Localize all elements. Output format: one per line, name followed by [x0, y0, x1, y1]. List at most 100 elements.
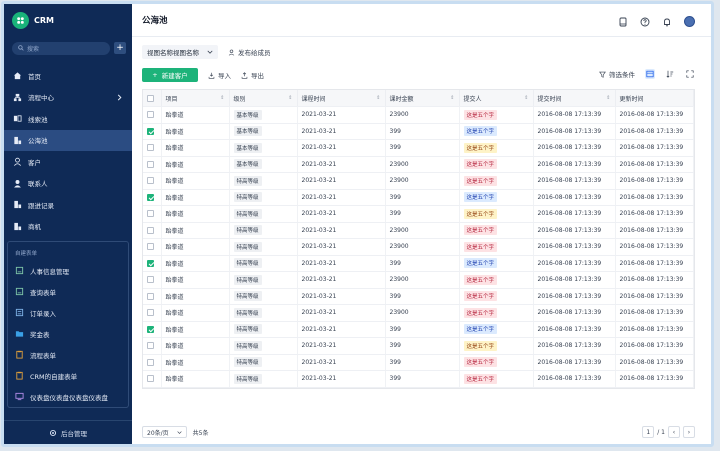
- cell-update-time: 2016-08-08 17:13:39: [615, 205, 694, 223]
- sort-icon[interactable]: ⇕: [288, 95, 292, 101]
- new-customer-button[interactable]: + 新建客户: [142, 68, 198, 82]
- row-checkbox[interactable]: [147, 243, 154, 251]
- cell-text: 2016-08-08 17:13:39: [619, 342, 684, 350]
- row-checkbox[interactable]: [147, 375, 154, 383]
- custom-item-label: 人事信息管理: [30, 267, 69, 276]
- row-checkbox[interactable]: [147, 111, 154, 119]
- cell-text: 2016-08-08 17:13:39: [537, 375, 602, 383]
- sidebar-item-customer[interactable]: 客户: [4, 151, 132, 173]
- custom-item-flow-form[interactable]: 流程表单: [8, 344, 128, 365]
- column-header[interactable]: 课时金额 ⇕: [385, 90, 460, 107]
- view-select[interactable]: 视图名称视图名称: [142, 45, 218, 59]
- app-logo-icon[interactable]: [12, 12, 29, 29]
- sort-icon[interactable]: ⇕: [376, 95, 380, 101]
- custom-item-order-entry[interactable]: 订单录入: [8, 302, 128, 323]
- cell-submitter: 这是五个字: [459, 123, 534, 140]
- tablet-icon[interactable]: [618, 17, 628, 27]
- column-header[interactable]: 级别 ⇕: [229, 90, 298, 107]
- row-checkbox[interactable]: [147, 127, 154, 135]
- current-page-input[interactable]: 1: [642, 426, 655, 438]
- column-header[interactable]: 提交人 ⇕: [459, 90, 534, 107]
- sort-icon[interactable]: ⇕: [524, 95, 528, 101]
- publish-to-members-link[interactable]: 发布给成员: [228, 47, 271, 57]
- table-row[interactable]: 跆拳道 特高等级 2021-03-21 23900 这是五个字 2016-08-08 17…: [143, 304, 694, 322]
- custom-item-crm-custom-form[interactable]: CRM的自建表单: [8, 365, 128, 386]
- row-checkbox[interactable]: [147, 210, 154, 218]
- add-button[interactable]: +: [114, 42, 126, 54]
- sort-icon[interactable]: [665, 69, 675, 79]
- table-row[interactable]: 跆拳道 特高等级 2021-03-21 399 这是五个字 2016-08-08 17:1…: [143, 255, 694, 272]
- cell-text: 2021-03-21: [301, 358, 337, 366]
- sort-icon[interactable]: ⇕: [606, 95, 610, 101]
- cell-submitter: 这是五个字: [459, 255, 534, 272]
- fullscreen-icon[interactable]: [685, 69, 695, 79]
- logo-row: CRM: [4, 4, 132, 37]
- help-icon[interactable]: [640, 17, 650, 27]
- table-row[interactable]: 跆拳道 特高等级 2021-03-21 399 这是五个字 2016-08-08 17:1…: [143, 370, 694, 388]
- admin-button[interactable]: 后台管理: [4, 420, 132, 444]
- table-row[interactable]: 跆拳道 特高等级 2021-03-21 399 这是五个字 2016-08-08 17:1…: [143, 189, 694, 206]
- clipboard-icon: [15, 350, 24, 359]
- table-row[interactable]: 跆拳道 基本等级 2021-03-21 399 这是五个字 2016-08-08 17:1…: [143, 123, 694, 140]
- table-row[interactable]: 跆拳道 特高等级 2021-03-21 23900 这是五个字 2016-08-08 17…: [143, 271, 694, 289]
- user-avatar[interactable]: [684, 16, 695, 27]
- table-row[interactable]: 跆拳道 特高等级 2021-03-21 399 这是五个字 2016-08-08 17:1…: [143, 205, 694, 223]
- table-header-row: 项目 ⇕ 级别 ⇕ 课程时间 ⇕ 课时金额 ⇕ 提交人 ⇕ 提交时间 ⇕ 更新时间: [143, 90, 694, 107]
- row-checkbox[interactable]: [147, 292, 154, 300]
- page-size-select[interactable]: 20条/页: [142, 426, 187, 438]
- select-all-checkbox[interactable]: [147, 94, 154, 102]
- table-row[interactable]: 跆拳道 特高等级 2021-03-21 23900 这是五个字 2016-08-08 17…: [143, 222, 694, 239]
- table-row[interactable]: 跆拳道 基本等级 2021-03-21 399 这是五个字 2016-08-08 17:1…: [143, 139, 694, 157]
- sidebar-item-home[interactable]: 首页: [4, 65, 132, 87]
- sort-icon[interactable]: ⇕: [220, 95, 224, 101]
- column-header[interactable]: 更新时间: [615, 90, 694, 107]
- table-row[interactable]: 跆拳道 特高等级 2021-03-21 23900 这是五个字 2016-08-08 17…: [143, 238, 694, 256]
- row-checkbox[interactable]: [147, 193, 154, 201]
- prev-page-button[interactable]: ‹: [668, 426, 680, 438]
- sort-icon[interactable]: ⇕: [450, 95, 454, 101]
- sidebar-item-public-pool[interactable]: 公海池: [4, 129, 132, 151]
- table-row[interactable]: 跆拳道 特高等级 2021-03-21 399 这是五个字 2016-08-08 17:1…: [143, 354, 694, 371]
- next-page-button[interactable]: ›: [683, 426, 695, 438]
- import-button[interactable]: 导入: [208, 70, 231, 80]
- sidebar-item-flow-center[interactable]: 流程中心: [4, 87, 132, 109]
- sidebar-item-leads[interactable]: 线索池: [4, 108, 132, 130]
- row-checkbox[interactable]: [147, 325, 154, 333]
- row-checkbox[interactable]: [147, 226, 154, 234]
- custom-item-hr-info[interactable]: 人事信息管理: [8, 260, 128, 281]
- row-checkbox[interactable]: [147, 276, 154, 284]
- table-row[interactable]: 跆拳道 特高等级 2021-03-21 399 这是五个字 2016-08-08 17:1…: [143, 337, 694, 355]
- column-header[interactable]: 提交时间 ⇕: [533, 90, 616, 107]
- table-row[interactable]: 跆拳道 特高等级 2021-03-21 23900 这是五个字 2016-08-08 17…: [143, 172, 694, 190]
- row-checkbox[interactable]: [147, 358, 154, 366]
- table-row[interactable]: 跆拳道 特高等级 2021-03-21 399 这是五个字 2016-08-08 17:1…: [143, 288, 694, 305]
- custom-item-query-form[interactable]: 查询表单: [8, 281, 128, 302]
- sidebar-item-follow-records[interactable]: 跟进记录: [4, 194, 132, 216]
- row-checkbox[interactable]: [147, 309, 154, 317]
- bell-icon[interactable]: [662, 17, 672, 27]
- sidebar-search-input[interactable]: 搜索: [12, 41, 110, 55]
- export-button[interactable]: 导出: [241, 70, 264, 80]
- cell-level: 特高等级: [229, 172, 298, 190]
- custom-item-dashboard[interactable]: 仪表盘仪表盘仪表盘仪表盘: [8, 386, 128, 407]
- row-checkbox[interactable]: [147, 160, 154, 168]
- cell-date: 2021-03-21: [297, 370, 386, 388]
- sidebar-item-opportunity[interactable]: 商机: [4, 216, 132, 238]
- row-checkbox[interactable]: [147, 177, 154, 185]
- filter-button[interactable]: 筛选条件: [599, 69, 635, 79]
- sidebar-item-contacts[interactable]: 联系人: [4, 173, 132, 195]
- table-row[interactable]: 跆拳道 特高等级 2021-03-21 399 这是五个字 2016-08-08 17:1…: [143, 321, 694, 338]
- row-checkbox[interactable]: [147, 259, 154, 267]
- row-checkbox[interactable]: [147, 342, 154, 350]
- pagination: 1 / 1 ‹ ›: [642, 426, 695, 438]
- custom-item-bonus-table[interactable]: 奖金表: [8, 323, 128, 344]
- column-header[interactable]: 课程时间 ⇕: [297, 90, 386, 107]
- table-row[interactable]: 跆拳道 基本等级 2021-03-21 23900 这是五个字 2016-08-08 17…: [143, 106, 694, 124]
- table-row[interactable]: 跆拳道 基本等级 2021-03-21 23900 这是五个字 2016-08-08 17…: [143, 156, 694, 173]
- table-view-icon[interactable]: [645, 69, 655, 79]
- column-header[interactable]: 项目 ⇕: [161, 90, 230, 107]
- cell-text: 跆拳道: [165, 112, 184, 120]
- row-checkbox[interactable]: [147, 144, 154, 152]
- submitter-tag: 这是五个字: [463, 225, 498, 236]
- sidebar-item-label: 公海池: [28, 137, 48, 146]
